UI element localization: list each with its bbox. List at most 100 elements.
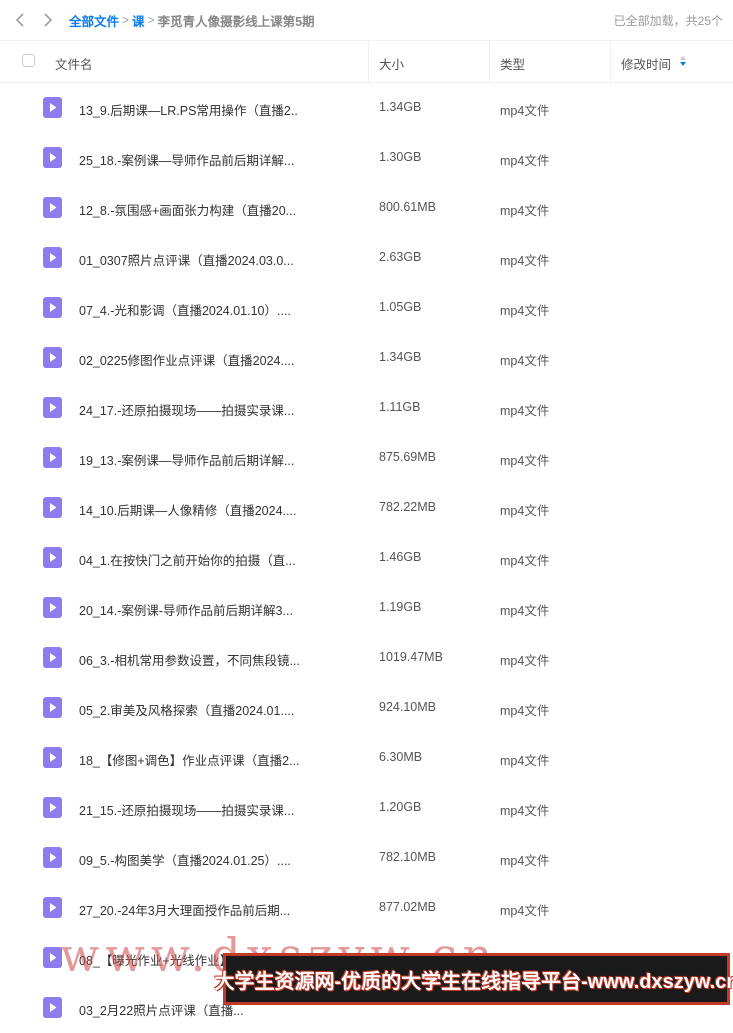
file-name[interactable]: 07_4.-光和影调（直播2024.01.10）.... [79, 300, 299, 319]
file-name[interactable]: 19_13.-案例课—导师作品前后期详解... [79, 450, 299, 469]
toolbar: 全部文件 > 课 > 李觅青人像摄影线上课第5期 已全部加载，共25个 [0, 0, 733, 40]
file-size: 2.63GB [379, 250, 422, 264]
file-row[interactable]: 09_5.-构图美学（直播2024.01.25）.... 782.10MB mp4文… [0, 833, 733, 883]
file-size: 1.30GB [379, 150, 422, 164]
breadcrumb-parent[interactable]: 课 [132, 11, 145, 30]
video-file-icon [43, 897, 62, 918]
video-file-icon [43, 347, 62, 368]
breadcrumb-root[interactable]: 全部文件 [69, 11, 119, 30]
video-file-icon [43, 597, 62, 618]
chevron-left-icon[interactable] [11, 11, 29, 29]
file-type: mp4文件 [500, 454, 550, 468]
file-name[interactable]: 06_3.-相机常用参数设置，不同焦段镜... [79, 650, 299, 669]
breadcrumb: 全部文件 > 课 > 李觅青人像摄影线上课第5期 [69, 11, 315, 29]
file-name[interactable]: 14_10.后期课—人像精修（直播2024.... [79, 500, 299, 519]
file-size: 1.20GB [379, 800, 422, 814]
file-size: 924.10MB [379, 700, 436, 714]
video-file-icon [43, 547, 62, 568]
video-file-icon [43, 147, 62, 168]
select-all-checkbox[interactable] [22, 54, 35, 67]
column-header-size[interactable]: 大小 [379, 54, 404, 73]
video-file-icon [43, 697, 62, 718]
video-file-icon [43, 497, 62, 518]
video-file-icon [43, 247, 62, 268]
file-size: 1.34GB [379, 350, 422, 364]
file-type: mp4文件 [500, 704, 550, 718]
file-name[interactable]: 21_15.-还原拍摄现场——拍摄实录课... [79, 800, 299, 819]
file-size: 1.11GB [379, 400, 421, 414]
file-name[interactable]: 01_0307照片点评课（直播2024.03.0... [79, 250, 299, 269]
video-file-icon [43, 397, 62, 418]
file-size: 877.02MB [379, 900, 436, 914]
file-type: mp4文件 [500, 804, 550, 818]
file-type: mp4文件 [500, 554, 550, 568]
file-row[interactable]: 04_1.在按快门之前开始你的拍摄（直... 1.46GB mp4文件 [0, 533, 733, 583]
file-name[interactable]: 05_2.审美及风格探索（直播2024.01.... [79, 700, 299, 719]
file-type: mp4文件 [500, 604, 550, 618]
breadcrumb-separator: > [147, 13, 155, 27]
file-row[interactable]: 14_10.后期课—人像精修（直播2024.... 782.22MB mp4文件 [0, 483, 733, 533]
file-name[interactable]: 25_18.-案例课—导师作品前后期详解... [79, 150, 299, 169]
video-file-icon [43, 797, 62, 818]
file-size: 782.10MB [379, 850, 436, 864]
file-row[interactable]: 25_18.-案例课—导师作品前后期详解... 1.30GB mp4文件 [0, 133, 733, 183]
file-type: mp4文件 [500, 354, 550, 368]
file-size: 875.69MB [379, 450, 436, 464]
file-size: 1.05GB [379, 300, 422, 314]
file-type: mp4文件 [500, 904, 550, 918]
file-name[interactable]: 09_5.-构图美学（直播2024.01.25）.... [79, 850, 299, 869]
file-name[interactable]: 24_17.-还原拍摄现场——拍摄实录课... [79, 400, 299, 419]
file-type: mp4文件 [500, 204, 550, 218]
column-divider[interactable] [489, 41, 490, 83]
file-name[interactable]: 13_9.后期课—LR.PS常用操作（直播2... [79, 100, 299, 119]
column-divider[interactable] [368, 41, 369, 83]
file-row[interactable]: 18_【修图+调色】作业点评课（直播2... 6.30MB mp4文件 [0, 733, 733, 783]
file-row[interactable]: 05_2.审美及风格探索（直播2024.01.... 924.10MB mp4文件 [0, 683, 733, 733]
file-row[interactable]: 12_8.-氛围感+画面张力构建（直播20... 800.61MB mp4文件 [0, 183, 733, 233]
file-row[interactable]: 19_13.-案例课—导师作品前后期详解... 875.69MB mp4文件 [0, 433, 733, 483]
file-size: 782.22MB [379, 500, 436, 514]
file-size: 6.30MB [379, 750, 423, 764]
column-header-type[interactable]: 类型 [500, 54, 525, 73]
file-name[interactable]: 20_14.-案例课-导师作品前后期详解3... [79, 600, 299, 619]
video-file-icon [43, 747, 62, 768]
file-type: mp4文件 [500, 154, 550, 168]
file-type: mp4文件 [500, 304, 550, 318]
file-name[interactable]: 27_20.-24年3月大理面授作品前后期... [79, 900, 299, 919]
file-name[interactable]: 12_8.-氛围感+画面张力构建（直播20... [79, 200, 299, 219]
file-list: 13_9.后期课—LR.PS常用操作（直播2... 1.34GB mp4文件 25_1… [0, 83, 733, 1033]
file-row[interactable]: 06_3.-相机常用参数设置，不同焦段镜... 1019.47MB mp4文件 [0, 633, 733, 683]
video-file-icon [43, 647, 62, 668]
video-file-icon [43, 847, 62, 868]
file-row[interactable]: 24_17.-还原拍摄现场——拍摄实录课... 1.11GB mp4文件 [0, 383, 733, 433]
file-type: mp4文件 [500, 504, 550, 518]
column-header-modified[interactable]: 修改时间 [621, 54, 671, 73]
file-row[interactable]: 27_20.-24年3月大理面授作品前后期... 877.02MB mp4文件 [0, 883, 733, 933]
video-file-icon [43, 97, 62, 118]
file-name[interactable]: 18_【修图+调色】作业点评课（直播2... [79, 750, 299, 769]
file-size: 1.19GB [379, 600, 422, 614]
file-row[interactable]: 01_0307照片点评课（直播2024.03.0... 2.63GB mp4文件 [0, 233, 733, 283]
sort-icon[interactable] [678, 53, 688, 69]
video-file-icon [43, 947, 62, 968]
chevron-right-icon[interactable] [39, 11, 57, 29]
file-row[interactable]: 02_0225修图作业点评课（直播2024.... 1.34GB mp4文件 [0, 333, 733, 383]
file-size: 1.46GB [379, 550, 422, 564]
file-row[interactable]: 13_9.后期课—LR.PS常用操作（直播2... 1.34GB mp4文件 [0, 83, 733, 133]
video-file-icon [43, 447, 62, 468]
file-name[interactable]: 04_1.在按快门之前开始你的拍摄（直... [79, 550, 299, 569]
video-file-icon [43, 997, 62, 1018]
breadcrumb-current: 李觅青人像摄影线上课第5期 [157, 14, 315, 29]
file-type: mp4文件 [500, 854, 550, 868]
column-divider[interactable] [610, 41, 611, 83]
watermark-banner-text: 大学生资源网-优质的大学生在线指导平台-www.dxszyw.cn [214, 970, 733, 993]
file-row[interactable]: 21_15.-还原拍摄现场——拍摄实录课... 1.20GB mp4文件 [0, 783, 733, 833]
file-name[interactable]: 02_0225修图作业点评课（直播2024.... [79, 350, 299, 369]
watermark-banner: 大学生资源网-优质的大学生在线指导平台-www.dxszyw.cn [214, 953, 733, 1005]
file-row[interactable]: 20_14.-案例课-导师作品前后期详解3... 1.19GB mp4文件 [0, 583, 733, 633]
file-type: mp4文件 [500, 754, 550, 768]
column-header-name[interactable]: 文件名 [55, 54, 93, 73]
file-row[interactable]: 07_4.-光和影调（直播2024.01.10）.... 1.05GB mp4文件 [0, 283, 733, 333]
load-status: 已全部加载，共25个 [613, 14, 723, 28]
file-type: mp4文件 [500, 254, 550, 268]
